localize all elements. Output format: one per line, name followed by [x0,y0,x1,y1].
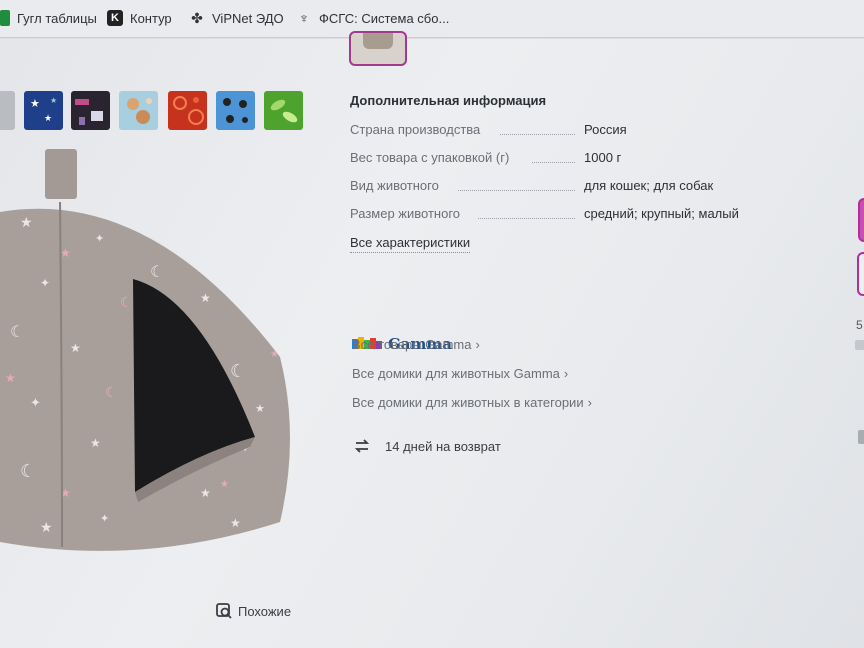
similar-search-icon [215,602,233,620]
swatch-teddy-bears[interactable] [119,91,158,130]
swatch-grey[interactable] [0,91,15,130]
svg-text:★: ★ [230,516,241,530]
return-arrows-icon [352,436,372,456]
similar-label: Похожие [238,603,292,619]
fsgs-emblem-icon: ♆ [298,10,310,26]
svg-text:★: ★ [255,403,265,415]
svg-text:★: ★ [44,113,52,123]
svg-text:☾: ☾ [230,361,246,381]
link-all-brand-pet-houses[interactable]: Все домики для животных Gamma › [352,366,568,381]
spec-value: для кошек; для собак [584,178,714,193]
link-all-pet-houses-category[interactable]: Все домики для животных в категории › [352,395,592,410]
bookmark-label: ФСГС: Система сбо... [319,10,450,26]
spec-value: средний; крупный; малый [584,206,739,221]
bookmark-vipnet[interactable]: ✤ ViPNet ЭДО [189,10,284,26]
bookmark-fsgs[interactable]: ♆ ФСГС: Система сбо... [296,10,450,26]
swatch-paw-prints[interactable] [216,91,255,130]
swatch-red-pattern[interactable] [168,91,207,130]
svg-text:★: ★ [90,436,101,450]
link-label: Все домики для животных в категории [352,395,584,410]
svg-text:★: ★ [50,96,57,105]
link-label: Все домики для животных Gamma [352,366,560,381]
bookmark-label: Контур [130,10,172,26]
link-label: Все товары Gamma [352,337,472,352]
svg-text:✦: ✦ [100,513,109,525]
svg-text:★: ★ [60,246,71,260]
product-image[interactable]: ★ ✦ ☾ ★ ✦ ☾ ★ ☾ ★ ✦ ★ ✦ ☾ ☾ ★ ✦ ★ ★ ★ [0,147,300,552]
link-all-brand-products[interactable]: Все товары Gamma › [352,337,480,352]
spec-key: Страна производства [350,122,481,137]
chevron-right-icon: › [475,337,480,352]
svg-text:★: ★ [200,291,211,305]
spec-value: 1000 г [584,150,622,165]
spec-row-animal-size: Размер животного средний; крупный; малый [350,206,770,224]
spec-key: Вид животного [350,178,439,193]
svg-text:✦: ✦ [40,276,50,290]
edge-action-button[interactable] [858,198,864,242]
svg-text:★: ★ [5,371,16,385]
svg-text:★: ★ [40,519,53,535]
svg-text:★: ★ [220,479,229,490]
spec-row-animal-type: Вид животного для кошек; для собак [350,178,770,196]
bookmark-kontur[interactable]: K Контур [107,10,172,26]
bookmark-label: Гугл таблицы [17,10,97,26]
svg-text:☾: ☾ [10,324,24,341]
svg-text:☾: ☾ [120,294,133,310]
spec-key: Вес товара с упаковкой (г) [350,150,510,165]
swatch-green-leaves[interactable] [264,91,303,130]
bookmarks-bar: Гугл таблицы K Контур ✤ ViPNet ЭДО ♆ ФСГ… [0,0,864,38]
google-sheets-icon [0,10,10,26]
chevron-right-icon: › [587,395,592,410]
section-title: Дополнительная информация [350,93,547,108]
kontur-icon: K [107,10,123,26]
product-thumbnail-selected[interactable] [349,31,407,66]
swatch-blue-stars[interactable]: ★ ★ ★ [24,91,63,130]
spec-row-country: Страна производства Россия [350,122,770,140]
svg-text:★: ★ [20,214,33,230]
svg-text:★: ★ [200,486,211,500]
bookmark-label: ViPNet ЭДО [212,10,284,26]
svg-text:✦: ✦ [30,395,41,410]
swatch-dark-pattern[interactable] [71,91,110,130]
svg-text:✦: ✦ [95,233,104,245]
spec-row-weight: Вес товара с упаковкой (г) 1000 г [350,150,770,168]
edge-secondary-button[interactable] [857,252,864,296]
similar-products-button[interactable]: Похожие [215,602,291,620]
svg-text:☾: ☾ [105,384,118,400]
chevron-right-icon: › [563,366,569,381]
svg-text:☾: ☾ [20,461,36,481]
all-characteristics-link[interactable]: Все характеристики [350,235,471,253]
svg-text:★: ★ [70,341,81,355]
product-page: ★ ★ ★ ★ ✦ ☾ ★ ✦ ☾ ★ ☾ ★ ✦ ★ ☾ ★ ✦ ★ ★ ★ … [0,31,864,648]
bookmark-google-sheets[interactable]: Гугл таблицы [0,10,97,26]
edge-text: 5 [856,318,863,332]
return-label: 14 дней на возврат [385,438,501,454]
svg-text:★: ★ [30,98,40,110]
return-policy: 14 дней на возврат [352,436,501,456]
svg-text:★: ★ [270,349,279,360]
spec-value: Россия [584,122,627,137]
spec-key: Размер животного [350,206,461,221]
edge-element [855,340,864,350]
svg-text:☾: ☾ [150,264,164,281]
edge-icon [858,430,864,444]
vipnet-icon: ✤ [191,10,203,26]
